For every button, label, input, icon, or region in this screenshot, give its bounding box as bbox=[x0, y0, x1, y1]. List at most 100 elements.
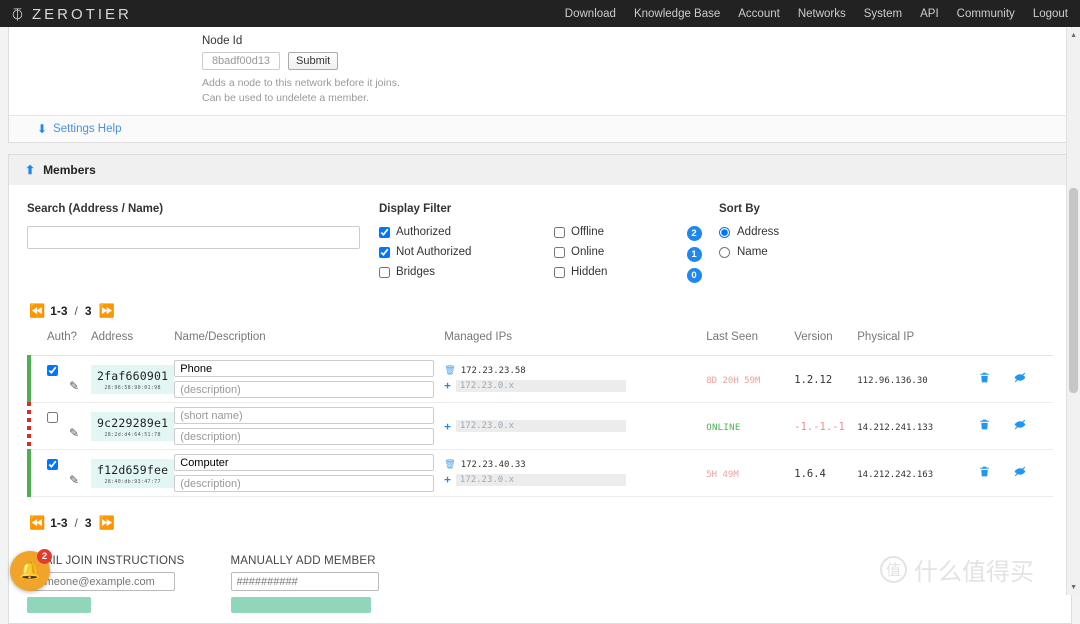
hide-member-icon[interactable] bbox=[1013, 465, 1027, 481]
filter-not-authorized-checkbox[interactable] bbox=[379, 246, 390, 258]
last-page-icon-bottom[interactable]: ⏩ bbox=[99, 515, 115, 531]
member-name-input[interactable] bbox=[174, 360, 435, 378]
hide-member-icon[interactable] bbox=[1013, 418, 1027, 434]
plus-icon[interactable]: + bbox=[444, 379, 451, 392]
manual-add-title: MANUALLY ADD MEMBER bbox=[230, 555, 376, 568]
notification-bell-button[interactable]: 🔔 2 bbox=[10, 549, 52, 591]
authorize-checkbox[interactable] bbox=[47, 365, 58, 377]
submit-node-button[interactable]: Submit bbox=[288, 52, 339, 70]
nav-link-logout[interactable]: Logout bbox=[1033, 8, 1068, 20]
assigned-ip-row: 🗑 172.23.23.58 bbox=[444, 366, 706, 376]
add-ip-placeholder[interactable]: 172.23.0.x bbox=[455, 473, 626, 486]
plus-icon[interactable]: + bbox=[444, 420, 451, 433]
add-node-hint-line-2: Can be used to undelete a member. bbox=[202, 92, 369, 105]
nav-links: Download Knowledge Base Account Networks… bbox=[565, 8, 1068, 20]
pencil-icon[interactable]: ✎ bbox=[69, 473, 79, 487]
member-description-input[interactable] bbox=[174, 381, 435, 399]
first-page-icon-bottom[interactable]: ⏪ bbox=[29, 515, 45, 531]
cell-version: -1.-1.-1 bbox=[794, 403, 857, 450]
nav-link-download[interactable]: Download bbox=[565, 8, 616, 20]
sort-by-address-radio[interactable] bbox=[719, 226, 730, 238]
plus-icon[interactable]: + bbox=[444, 473, 451, 486]
pager-top-total: 3 bbox=[84, 304, 92, 319]
filter-online-checkbox[interactable] bbox=[554, 246, 565, 258]
add-ip-row[interactable]: + 172.23.0.x bbox=[444, 379, 706, 392]
authorize-checkbox[interactable] bbox=[47, 459, 58, 471]
cell-actions bbox=[972, 403, 1053, 450]
filter-hidden-label: Hidden bbox=[571, 266, 608, 279]
authorized-status-bar bbox=[27, 355, 31, 404]
filter-offline-checkbox[interactable] bbox=[554, 226, 565, 238]
vertical-scrollbar[interactable]: ▲ ▼ bbox=[1066, 28, 1080, 595]
address-chip[interactable]: f12d659fee 28:40:db:93:47:77 bbox=[91, 458, 175, 488]
settings-help-link[interactable]: Settings Help bbox=[53, 123, 121, 135]
nav-link-community[interactable]: Community bbox=[957, 8, 1015, 20]
display-filter-label: Display Filter bbox=[379, 203, 452, 216]
trash-icon[interactable]: 🗑 bbox=[444, 460, 455, 470]
pencil-icon[interactable]: ✎ bbox=[69, 379, 79, 393]
nav-link-networks[interactable]: Networks bbox=[798, 8, 846, 20]
member-name-input[interactable] bbox=[174, 454, 435, 472]
cell-actions bbox=[972, 450, 1053, 497]
member-name-input[interactable] bbox=[174, 407, 435, 425]
nav-link-system[interactable]: System bbox=[864, 8, 902, 20]
sort-by-label: Sort By bbox=[719, 203, 760, 216]
scroll-up-icon[interactable]: ▲ bbox=[1070, 32, 1077, 39]
node-id-input[interactable] bbox=[202, 52, 280, 70]
scroll-down-icon[interactable]: ▼ bbox=[1070, 584, 1077, 591]
last-page-icon[interactable]: ⏩ bbox=[99, 303, 115, 319]
add-ip-placeholder[interactable]: 172.23.0.x bbox=[455, 420, 626, 433]
filter-bridges[interactable]: Bridges bbox=[379, 266, 554, 278]
unauthorized-status-bar bbox=[27, 402, 31, 451]
member-description-input[interactable] bbox=[174, 428, 435, 446]
member-mac-address: 28:40:db:93:47:77 bbox=[104, 478, 161, 485]
display-filter-left-column: Authorized Not Authorized Bridges bbox=[379, 226, 554, 283]
delete-member-icon[interactable] bbox=[978, 371, 991, 387]
nav-link-knowledge-base[interactable]: Knowledge Base bbox=[634, 8, 720, 20]
address-chip[interactable]: 2faf660901 28:96:58:90:01:98 bbox=[91, 364, 175, 394]
member-description-input[interactable] bbox=[174, 475, 435, 493]
filter-authorized[interactable]: Authorized bbox=[379, 226, 554, 238]
filter-online[interactable]: Online bbox=[554, 246, 674, 258]
add-ip-row[interactable]: + 172.23.0.x bbox=[444, 420, 706, 433]
pencil-icon[interactable]: ✎ bbox=[69, 426, 79, 440]
cell-auth: ✎ bbox=[27, 402, 91, 451]
manual-add-input[interactable] bbox=[230, 572, 379, 592]
sort-by-group: Sort By Address Name bbox=[719, 203, 919, 283]
column-header-version: Version bbox=[794, 331, 858, 357]
delete-member-icon[interactable] bbox=[978, 465, 991, 481]
filter-bridges-checkbox[interactable] bbox=[379, 266, 390, 278]
pager-bottom-range: 1-3 bbox=[50, 516, 68, 531]
sort-by-name-radio[interactable] bbox=[719, 246, 730, 258]
last-seen-value: 8D 20H 59M bbox=[706, 376, 761, 387]
scrollbar-thumb[interactable] bbox=[1069, 188, 1078, 393]
search-input[interactable] bbox=[27, 226, 360, 250]
first-page-icon[interactable]: ⏪ bbox=[29, 303, 45, 319]
filter-not-authorized[interactable]: Not Authorized bbox=[379, 246, 554, 258]
members-section-header[interactable]: ⬆ Members bbox=[8, 154, 1072, 186]
send-email-button[interactable] bbox=[27, 597, 91, 614]
delete-member-icon[interactable] bbox=[978, 418, 991, 434]
filter-hidden[interactable]: Hidden bbox=[554, 266, 674, 278]
nav-link-api[interactable]: API bbox=[920, 8, 939, 20]
arrow-down-icon: ⬇ bbox=[37, 122, 48, 137]
trash-icon[interactable]: 🗑 bbox=[444, 366, 455, 376]
display-filter-counts: 2 1 0 bbox=[674, 226, 714, 284]
sort-by-address[interactable]: Address bbox=[719, 226, 919, 238]
address-chip[interactable]: 9c229289e1 28:2d:d4:64:51:78 bbox=[91, 411, 175, 441]
add-ip-row[interactable]: + 172.23.0.x bbox=[444, 473, 706, 486]
add-ip-placeholder[interactable]: 172.23.0.x bbox=[455, 379, 626, 392]
filter-hidden-checkbox[interactable] bbox=[554, 266, 565, 278]
filter-authorized-checkbox[interactable] bbox=[379, 226, 390, 238]
filter-offline[interactable]: Offline bbox=[554, 226, 674, 238]
hide-member-icon[interactable] bbox=[1013, 371, 1027, 387]
authorize-checkbox[interactable] bbox=[47, 412, 58, 424]
nav-link-account[interactable]: Account bbox=[738, 8, 780, 20]
page-body: Node Id Submit Adds a node to this netwo… bbox=[0, 27, 1080, 624]
add-node-hint-line-1: Adds a node to this network before it jo… bbox=[202, 77, 400, 89]
settings-help-row[interactable]: ⬇ Settings Help bbox=[9, 115, 1071, 143]
brand-logo[interactable]: ZEROTIER bbox=[10, 6, 132, 23]
manual-add-button[interactable] bbox=[230, 597, 371, 614]
sort-by-name[interactable]: Name bbox=[719, 246, 919, 258]
watermark-mark: 值 bbox=[880, 556, 907, 583]
